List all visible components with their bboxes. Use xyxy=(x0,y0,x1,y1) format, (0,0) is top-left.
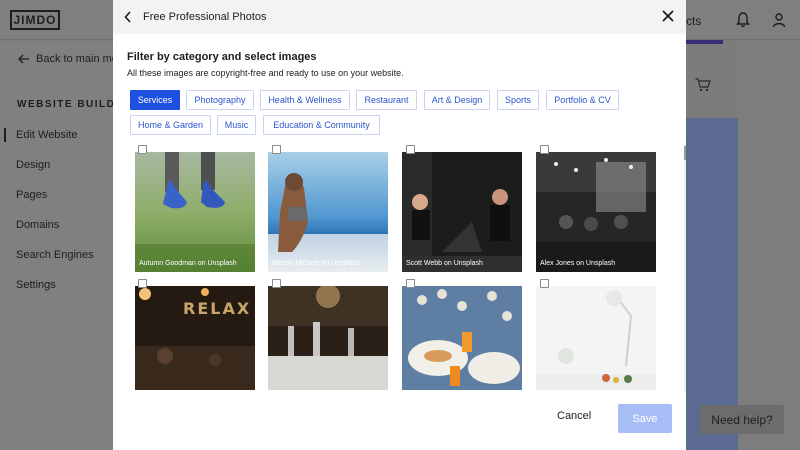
photo-credit: Alex Jones on Unsplash xyxy=(540,260,616,267)
modal-header: Free Professional Photos xyxy=(113,0,686,34)
need-help-button[interactable]: Need help? xyxy=(700,405,784,434)
photo-tile[interactable] xyxy=(268,286,388,390)
chevron-left-icon[interactable] xyxy=(123,10,133,24)
photo-checkbox[interactable] xyxy=(540,145,549,154)
svg-text:RELAX: RELAX xyxy=(183,299,251,318)
photo-checkbox[interactable] xyxy=(406,279,415,288)
save-button[interactable]: Save xyxy=(618,404,672,433)
running-shoes-photo xyxy=(135,152,255,272)
category-chip-photography[interactable]: Photography xyxy=(186,90,254,110)
sidebar-item-domains[interactable]: Domains xyxy=(16,219,59,231)
cafe-interior-photo xyxy=(536,152,656,272)
user-icon[interactable] xyxy=(772,12,786,28)
filter-heading: Filter by category and select images xyxy=(127,51,317,63)
free-photos-modal: Free Professional Photos Filter by categ… xyxy=(113,0,686,450)
photo-credit: Marion Michele on Unsplash xyxy=(272,260,361,267)
modal-title: Free Professional Photos xyxy=(143,11,267,23)
photo-tile[interactable] xyxy=(536,286,656,390)
sidebar-item-search-engines[interactable]: Search Engines xyxy=(16,249,94,261)
photo-checkbox[interactable] xyxy=(138,279,147,288)
photo-checkbox[interactable] xyxy=(540,279,549,288)
back-link-label: Back to main me xyxy=(36,53,118,65)
projects-link-partial[interactable]: cts xyxy=(686,14,701,28)
active-indicator xyxy=(4,128,6,142)
category-chip-health-wellness[interactable]: Health & Wellness xyxy=(260,90,350,110)
sidebar-item-edit-website[interactable]: Edit Website xyxy=(16,129,78,141)
photo-checkbox[interactable] xyxy=(138,145,147,154)
photo-tile[interactable]: Alex Jones on Unsplash xyxy=(536,152,656,272)
category-chip-portfolio-cv[interactable]: Portfolio & CV xyxy=(546,90,619,110)
modal-footer xyxy=(113,396,686,450)
photo-checkbox[interactable] xyxy=(272,279,281,288)
photo-tile[interactable] xyxy=(402,286,522,390)
category-chip-music[interactable]: Music xyxy=(217,115,256,135)
gym-bikes-photo xyxy=(402,152,522,272)
photo-checkbox[interactable] xyxy=(272,145,281,154)
scrollbar-thumb[interactable] xyxy=(684,146,686,160)
category-chip-art-design[interactable]: Art & Design xyxy=(424,90,490,110)
photo-checkbox[interactable] xyxy=(406,145,415,154)
category-chip-sports[interactable]: Sports xyxy=(497,90,539,110)
photo-credit: Scott Webb on Unsplash xyxy=(406,260,483,267)
cart-icon[interactable] xyxy=(695,78,711,92)
preview-blue-block xyxy=(686,118,738,450)
wine-glasses-table-photo xyxy=(268,286,388,390)
sidebar-item-settings[interactable]: Settings xyxy=(16,279,56,291)
beach-woman-photo xyxy=(268,152,388,272)
photo-tile[interactable]: Autumn Goodman on Unsplash xyxy=(135,152,255,272)
white-desk-lamp-photo xyxy=(536,286,656,390)
close-icon[interactable] xyxy=(661,9,675,23)
photo-tile[interactable]: Marion Michele on Unsplash xyxy=(268,152,388,272)
cancel-button[interactable]: Cancel xyxy=(557,410,591,422)
arrow-left-icon xyxy=(18,54,29,64)
relax-sign-bar-photo: RELAX xyxy=(135,286,255,390)
scrollbar-track[interactable] xyxy=(684,143,686,393)
bell-icon[interactable] xyxy=(736,12,750,28)
sidebar-item-design[interactable]: Design xyxy=(16,159,50,171)
category-chip-restaurant[interactable]: Restaurant xyxy=(356,90,417,110)
photo-credit: Autumn Goodman on Unsplash xyxy=(139,260,237,267)
category-chip-services[interactable]: Services xyxy=(130,90,180,110)
category-chip-education-community[interactable]: Education & Community xyxy=(263,115,380,135)
brunch-plates-photo xyxy=(402,286,522,390)
category-chip-home-garden[interactable]: Home & Garden xyxy=(130,115,211,135)
photo-tile[interactable]: RELAX xyxy=(135,286,255,390)
filter-subtitle: All these images are copyright-free and … xyxy=(127,68,404,78)
photo-tile[interactable]: Scott Webb on Unsplash xyxy=(402,152,522,272)
back-to-main-menu-link[interactable]: Back to main me xyxy=(18,53,118,65)
sidebar-item-pages[interactable]: Pages xyxy=(16,189,47,201)
jimdo-logo[interactable]: JIMDO xyxy=(10,10,60,30)
